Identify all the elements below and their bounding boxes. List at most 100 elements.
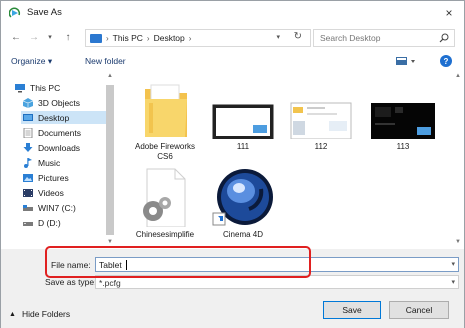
sidebar-item-this-pc[interactable]: This PC <box>15 81 60 94</box>
sidebar-item-videos[interactable]: Videos <box>23 186 64 199</box>
search-input[interactable]: Search Desktop <box>320 33 380 43</box>
folder-icon <box>145 84 187 137</box>
file-item-113[interactable]: 113 <box>365 81 441 152</box>
command-bar: Organize ▾ New folder ? <box>1 51 464 71</box>
search-icon[interactable] <box>439 33 449 43</box>
file-item-111[interactable]: 111 <box>205 81 281 152</box>
documents-icon <box>23 127 33 138</box>
breadcrumb-separator: › <box>146 33 150 43</box>
sidebar-item-d-drive[interactable]: D (D:) <box>23 216 61 229</box>
sidebar-item-pictures[interactable]: Pictures <box>23 171 69 184</box>
pc-folder-icon <box>90 33 102 43</box>
refresh-icon[interactable]: ↻ <box>294 31 302 42</box>
file-item-112[interactable]: 112 <box>283 81 359 152</box>
image-thumbnail-icon <box>290 102 352 139</box>
forward-button[interactable]: → <box>27 30 41 44</box>
scroll-up-icon[interactable]: ▲ <box>105 73 115 81</box>
3d-objects-icon <box>23 97 33 108</box>
hide-folders-label: Hide Folders <box>21 309 71 319</box>
file-item-adobe-fireworks[interactable]: Adobe Fireworks CS6 <box>127 81 203 161</box>
breadcrumb-this-pc[interactable]: This PC <box>113 33 143 43</box>
cinema4d-icon <box>212 169 273 226</box>
sidebar-item-label: Videos <box>38 187 64 198</box>
forward-arrow-icon: → <box>29 31 39 43</box>
file-label: Adobe Fireworks CS6 <box>134 142 196 161</box>
file-label: 112 <box>314 142 328 151</box>
sidebar-item-label: Desktop <box>38 112 70 123</box>
navigation-pane: This PC 3D Objects Desktop Documents Dow… <box>1 73 119 249</box>
help-button[interactable]: ? <box>440 55 452 67</box>
sidebar-item-music[interactable]: Music <box>23 156 60 169</box>
sidebar-item-label: Pictures <box>38 172 69 183</box>
close-icon: × <box>445 6 453 20</box>
title-bar: Save As × <box>1 1 464 25</box>
navigation-row: ← → ▾ ↑ › This PC › Desktop › ▾ ↻ Search… <box>1 27 464 49</box>
sidebar-item-downloads[interactable]: Downloads <box>23 141 80 154</box>
save-type-label: Save as type: <box>45 277 97 287</box>
chevron-down-icon[interactable]: ▾ <box>451 260 455 268</box>
view-icon <box>396 57 415 65</box>
settings-file-icon <box>143 168 186 227</box>
downloads-icon <box>23 142 33 152</box>
pictures-icon <box>23 173 33 182</box>
cancel-button[interactable]: Cancel <box>389 301 449 319</box>
file-list-scrollbar[interactable]: ▲ ▼ <box>453 73 463 249</box>
desktop-icon <box>23 113 33 121</box>
red-highlight-box <box>45 246 311 278</box>
save-button-label: Save <box>342 305 362 315</box>
change-view-button[interactable] <box>396 56 416 66</box>
window-title: Save As <box>27 7 62 18</box>
address-bar[interactable]: › This PC › Desktop › ▾ ↻ <box>85 29 311 47</box>
sidebar-item-3d-objects[interactable]: 3D Objects <box>23 96 80 109</box>
new-folder-button[interactable]: New folder <box>85 56 126 66</box>
sidebar-item-label: Downloads <box>38 142 81 153</box>
videos-icon <box>23 188 33 197</box>
sidebar-item-label: Music <box>38 157 61 168</box>
hide-folders-toggle[interactable]: ▲ Hide Folders <box>9 309 70 319</box>
file-list: Adobe Fireworks CS6 111 112 113 Chineses… <box>119 73 455 249</box>
image-thumbnail-icon <box>212 104 274 139</box>
file-label: 111 <box>236 142 250 151</box>
scroll-down-icon[interactable]: ▼ <box>453 239 463 245</box>
file-label: 113 <box>396 142 410 151</box>
up-arrow-icon: ↑ <box>65 31 71 43</box>
sidebar-item-label: WIN7 (C:) <box>38 202 76 213</box>
music-icon <box>24 157 32 168</box>
sidebar-item-win7-drive[interactable]: WIN7 (C:) <box>23 201 76 214</box>
sidebar-item-label: Documents <box>38 127 81 138</box>
up-button[interactable]: ↑ <box>61 30 75 44</box>
save-button[interactable]: Save <box>323 301 381 319</box>
sidebar-item-label: This PC <box>30 82 61 93</box>
close-button[interactable]: × <box>440 4 458 22</box>
sidebar-item-documents[interactable]: Documents <box>23 126 81 139</box>
scroll-up-icon[interactable]: ▲ <box>453 73 463 79</box>
file-item-chinesesimplifie[interactable]: Chinesesimplifie <box>127 165 203 240</box>
cancel-button-label: Cancel <box>405 305 433 315</box>
chevron-up-icon: ▲ <box>9 310 16 318</box>
file-label: Chinesesimplifie <box>135 230 195 239</box>
file-item-cinema-4d[interactable]: Cinema 4D <box>205 165 281 240</box>
sidebar-item-desktop[interactable]: Desktop <box>21 111 107 124</box>
drive-icon <box>23 204 33 211</box>
file-label: Cinema 4D <box>222 230 263 239</box>
back-button[interactable]: ← <box>9 30 23 44</box>
breadcrumb-separator: › <box>106 33 109 43</box>
sidebar-item-label: 3D Objects <box>38 97 81 108</box>
drive-icon <box>23 221 33 226</box>
navigation-pane-scrollbar[interactable]: ▲ ▼ <box>105 73 115 249</box>
breadcrumb-separator: › <box>188 33 192 43</box>
scrollbar-thumb[interactable] <box>106 85 114 235</box>
breadcrumb-desktop[interactable]: Desktop <box>154 33 185 43</box>
image-thumbnail-icon <box>371 103 435 139</box>
address-dropdown-icon[interactable]: ▾ <box>276 33 280 41</box>
help-icon: ? <box>443 56 449 66</box>
organize-menu[interactable]: Organize ▾ <box>11 56 52 67</box>
sidebar-item-label: D (D:) <box>38 217 61 228</box>
search-box[interactable]: Search Desktop <box>313 29 455 47</box>
computer-icon <box>15 83 25 92</box>
chevron-down-icon[interactable]: ▾ <box>451 278 455 286</box>
recent-locations-button[interactable]: ▾ <box>43 30 57 44</box>
app-icon <box>9 7 21 18</box>
back-arrow-icon: ← <box>11 31 21 43</box>
save-type-value: *.pcfg <box>99 278 121 288</box>
